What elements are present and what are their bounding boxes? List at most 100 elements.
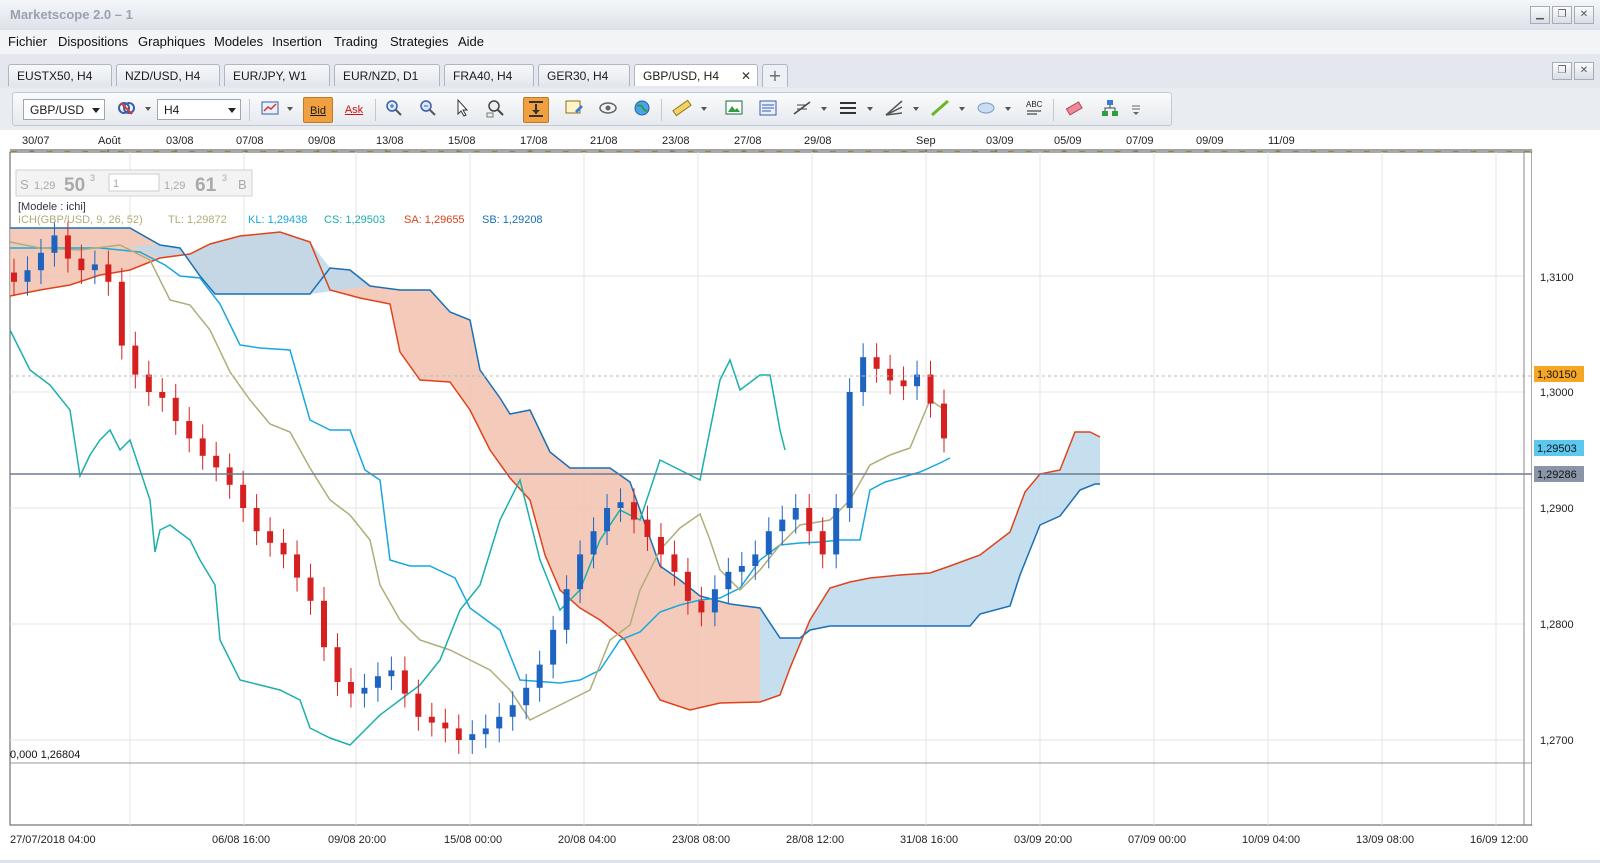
candle-body [64, 235, 71, 259]
minimize-icon[interactable]: ▁ [1530, 6, 1550, 24]
model-label: [Modele : ichi] [18, 201, 86, 213]
tab-eurnzd[interactable]: EUR/NZD, D1 [334, 64, 440, 86]
candle-body [657, 537, 664, 555]
close-icon[interactable]: ✕ [1574, 6, 1594, 24]
price-axis: 1,3100 1,3000 1,2900 1,2800 1,2700 1,301… [1523, 152, 1600, 825]
dropdown-arrow-icon[interactable] [287, 107, 293, 111]
zoom-out-icon[interactable] [415, 97, 441, 123]
tab-gbpusd[interactable]: GBP/USD, H4 ✕ [634, 64, 758, 86]
globe-icon[interactable] [629, 97, 655, 123]
price-tag-ask-label: 1,30150 [1537, 369, 1577, 381]
timeframe-select[interactable]: H4 [157, 99, 241, 120]
dropdown-arrow-icon[interactable] [145, 107, 151, 111]
eye-icon[interactable] [595, 97, 621, 123]
restore-icon[interactable]: ❐ [1552, 62, 1572, 80]
candle-body [887, 368, 894, 381]
candle-body [563, 589, 570, 630]
chart-toolbar: GBP/USD H4 Bid Ask ABC [0, 88, 1600, 131]
tab-close-icon[interactable]: ✕ [741, 65, 751, 87]
top-axis-label: 29/08 [804, 135, 832, 147]
text-icon[interactable]: ABC [1021, 97, 1047, 123]
candle-body [752, 554, 759, 566]
cursor-icon[interactable] [449, 97, 475, 123]
trendline-icon[interactable] [927, 97, 953, 123]
pitchfork-icon[interactable] [881, 97, 907, 123]
menu-strategies[interactable]: Strategies [390, 34, 449, 49]
menu-graphiques[interactable]: Graphiques [138, 34, 205, 49]
legend-chikou: CS: 1,29503 [324, 214, 385, 226]
ruler-icon[interactable] [669, 97, 695, 123]
dropdown-arrow-icon[interactable] [913, 107, 919, 111]
zoom-range-icon[interactable] [483, 97, 509, 123]
candle-body [294, 554, 301, 578]
tab-nzdusd[interactable]: NZD/USD, H4 [116, 64, 220, 86]
menu-trading[interactable]: Trading [334, 34, 378, 49]
dropdown-arrow-icon[interactable] [1005, 107, 1011, 111]
sell-pipette: 3 [90, 173, 95, 183]
top-axis-label: 09/08 [308, 135, 336, 147]
dropdown-arrow-icon[interactable] [701, 107, 707, 111]
candle-body [698, 600, 705, 613]
properties-icon[interactable] [755, 97, 781, 123]
symbol-select[interactable]: GBP/USD [23, 99, 105, 120]
top-axis-label: 09/09 [1196, 135, 1224, 147]
svg-text:ABC: ABC [1026, 100, 1043, 109]
ask-button[interactable]: Ask [339, 97, 369, 123]
separator [661, 99, 662, 121]
window-controls: ▁ ❐ ✕ [1530, 6, 1594, 24]
chart-type-icon[interactable] [257, 97, 283, 123]
price-tick: 1,3100 [1540, 272, 1574, 284]
candle-body [442, 722, 449, 729]
fibonacci-icon[interactable] [789, 97, 815, 123]
lines-icon[interactable] [835, 97, 861, 123]
menu-aide[interactable]: Aide [458, 34, 484, 49]
candle-body [550, 629, 557, 665]
add-tab-button[interactable]: + [762, 64, 788, 87]
close-icon[interactable]: ✕ [1574, 62, 1594, 80]
tab-ger30[interactable]: GER30, H4 [538, 64, 630, 86]
menu-insertion[interactable]: Insertion [272, 34, 322, 49]
symbol-icon[interactable] [113, 97, 139, 123]
top-axis-label: 03/09 [986, 135, 1014, 147]
dealing-box[interactable]: S 1,29 50 3 1 1,29 61 3 B [15, 169, 253, 197]
bid-button[interactable]: Bid [303, 97, 333, 123]
top-axis-label: 27/08 [734, 135, 762, 147]
dropdown-arrow-icon[interactable] [821, 107, 827, 111]
title-bar: Marketscope 2.0 – 1 ▁ ❐ ✕ [0, 0, 1600, 31]
top-axis-label: 07/09 [1126, 135, 1154, 147]
dropdown-arrow-icon[interactable] [867, 107, 873, 111]
screenshot-icon[interactable] [721, 97, 747, 123]
chart-area[interactable]: 30/07 Août 03/08 07/08 09/08 13/08 15/08 17/08 2… [0, 130, 1600, 860]
bid-label: Bid [310, 105, 326, 117]
candle-body [428, 716, 435, 723]
top-axis-label: 11/09 [1268, 135, 1295, 147]
price-tick: 1,2900 [1540, 503, 1574, 515]
buy-big-figure: 61 [195, 175, 217, 196]
tab-eurjpy[interactable]: EUR/JPY, W1 [224, 64, 330, 86]
menu-bar: Fichier Dispositions Graphiques Modeles … [0, 30, 1600, 55]
top-axis-label: 07/08 [236, 135, 264, 147]
menu-fichier[interactable]: Fichier [8, 34, 47, 49]
zoom-in-icon[interactable] [381, 97, 407, 123]
more-icon[interactable] [1129, 97, 1143, 123]
restore-icon[interactable]: ❐ [1552, 6, 1572, 24]
dropdown-arrow-icon[interactable] [959, 107, 965, 111]
top-axis-label: 21/08 [590, 135, 618, 147]
menu-dispositions[interactable]: Dispositions [58, 34, 128, 49]
ellipse-icon[interactable] [973, 97, 999, 123]
tab-fra40[interactable]: FRA40, H4 [444, 64, 534, 86]
hierarchy-icon[interactable] [1097, 97, 1123, 123]
candle-body [334, 647, 341, 682]
autoscroll-icon[interactable] [523, 97, 549, 123]
candle-body [267, 531, 274, 543]
ichimoku-chart[interactable]: 30/07 Août 03/08 07/08 09/08 13/08 15/08 17/08 2… [0, 130, 1600, 860]
top-axis-label: 30/07 [22, 135, 50, 147]
eraser-icon[interactable] [1061, 97, 1087, 123]
tab-eustx50[interactable]: EUSTX50, H4 [8, 64, 112, 86]
template-icon[interactable] [561, 97, 587, 123]
tab-label: EUSTX50, H4 [17, 69, 93, 83]
legend-senkou-b: SB: 1,29208 [482, 214, 543, 226]
menu-modeles[interactable]: Modeles [214, 34, 263, 49]
candle-body [738, 566, 745, 572]
candle-body [226, 467, 233, 485]
